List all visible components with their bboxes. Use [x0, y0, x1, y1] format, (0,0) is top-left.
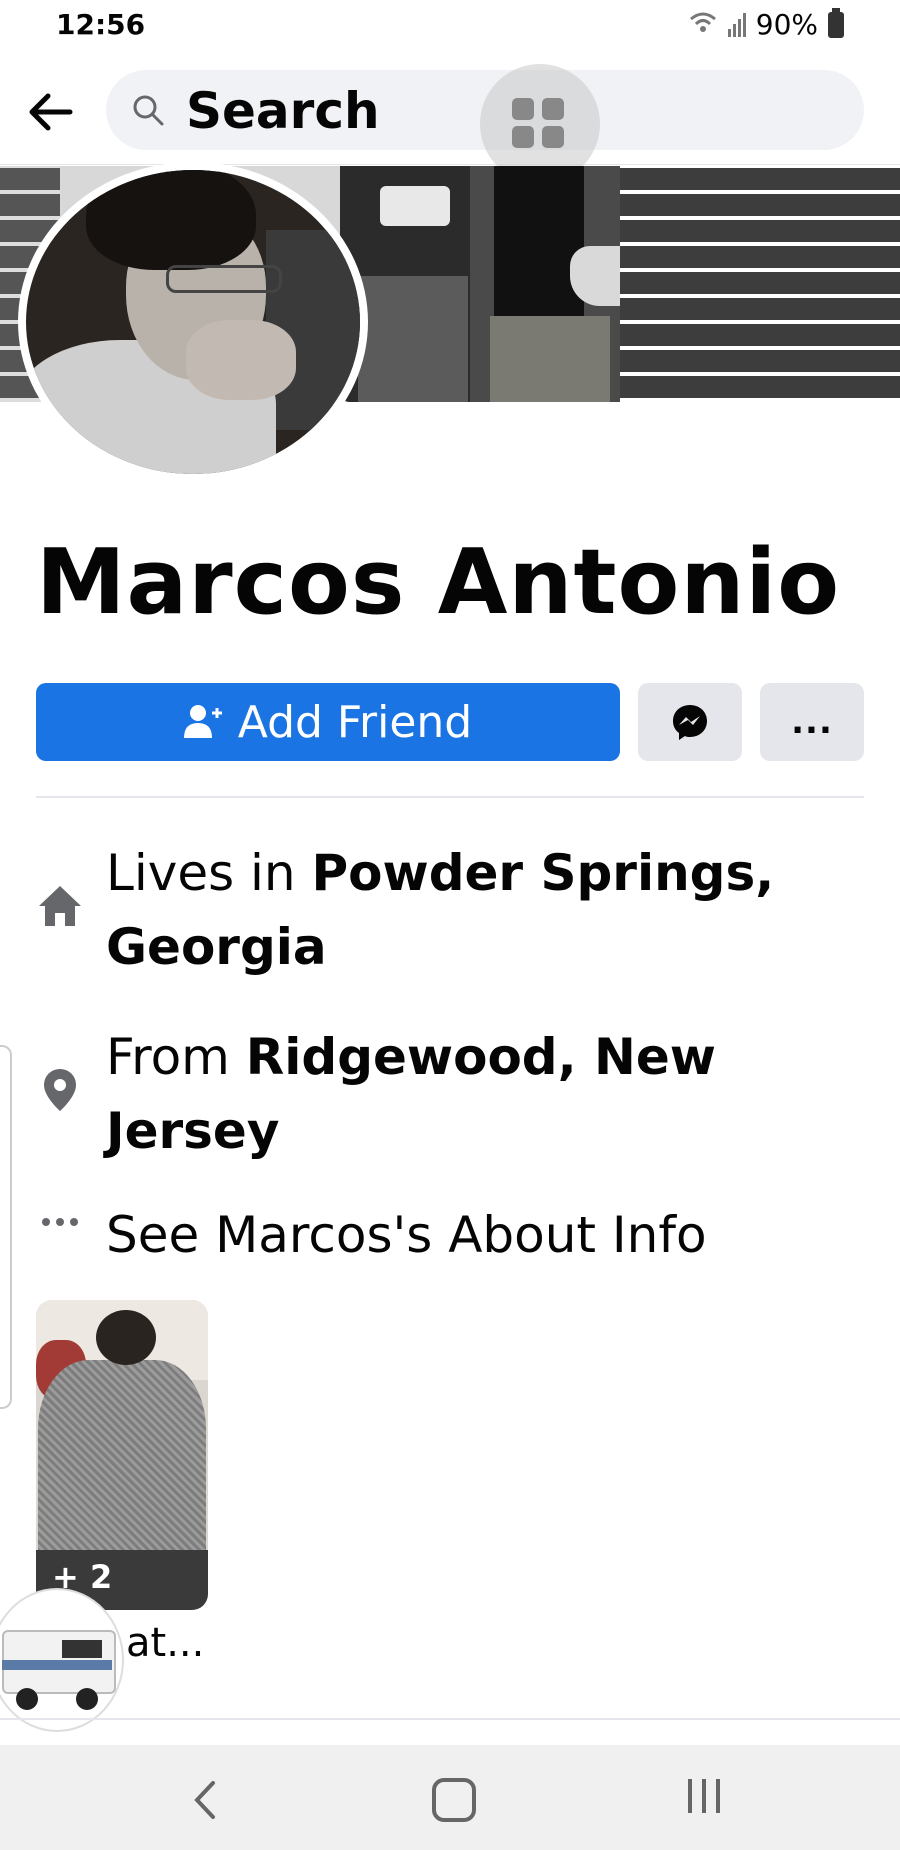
chevron-left-icon — [194, 1781, 215, 1819]
more-options-label: ... — [791, 702, 833, 742]
nav-home-button[interactable] — [432, 1778, 476, 1822]
profile-picture[interactable] — [18, 162, 368, 482]
wifi-icon — [688, 8, 718, 41]
location-pin-icon — [36, 1066, 84, 1114]
add-person-icon — [183, 705, 222, 738]
top-bar: Search — [0, 56, 900, 184]
search-icon — [133, 95, 164, 126]
story-thumbnail[interactable] — [0, 1590, 122, 1730]
home-icon — [36, 882, 84, 930]
about-link[interactable]: See Marcos's About Info — [106, 1198, 826, 1272]
grid-icon — [512, 98, 534, 120]
divider — [36, 796, 864, 798]
from-prefix: From — [106, 1028, 246, 1086]
messenger-icon — [673, 705, 707, 740]
signal-icon — [727, 12, 746, 37]
featured-photo[interactable]: + 2 — [36, 1300, 208, 1610]
lives-prefix: Lives in — [106, 844, 312, 902]
back-button[interactable] — [24, 86, 76, 138]
add-friend-label: Add Friend — [237, 696, 473, 748]
nav-recents-button[interactable] — [688, 1779, 720, 1813]
message-button[interactable] — [638, 683, 742, 761]
side-edge-panel[interactable] — [0, 1045, 12, 1409]
system-nav-bar — [0, 1745, 900, 1850]
detail-from: From Ridgewood, New Jersey — [36, 1020, 864, 1170]
search-label: Search — [186, 82, 380, 140]
nav-back-button[interactable] — [185, 1775, 225, 1825]
detail-lives-in: Lives in Powder Springs, Georgia — [36, 836, 864, 986]
status-icons: 90% — [688, 7, 844, 41]
add-friend-button[interactable]: Add Friend — [36, 683, 620, 761]
divider — [0, 1718, 900, 1720]
profile-name: Marcos Antonio — [36, 530, 841, 635]
featured-caption: at... — [126, 1620, 205, 1666]
ellipsis-icon — [36, 1198, 84, 1246]
battery-percent: 90% — [755, 8, 818, 41]
battery-icon — [828, 7, 844, 38]
status-bar: 12:56 90% — [0, 0, 900, 56]
detail-about[interactable]: See Marcos's About Info — [36, 1198, 864, 1278]
back-arrow-icon — [29, 93, 73, 131]
status-time: 12:56 — [56, 8, 146, 41]
more-options-button[interactable]: ... — [760, 683, 864, 761]
